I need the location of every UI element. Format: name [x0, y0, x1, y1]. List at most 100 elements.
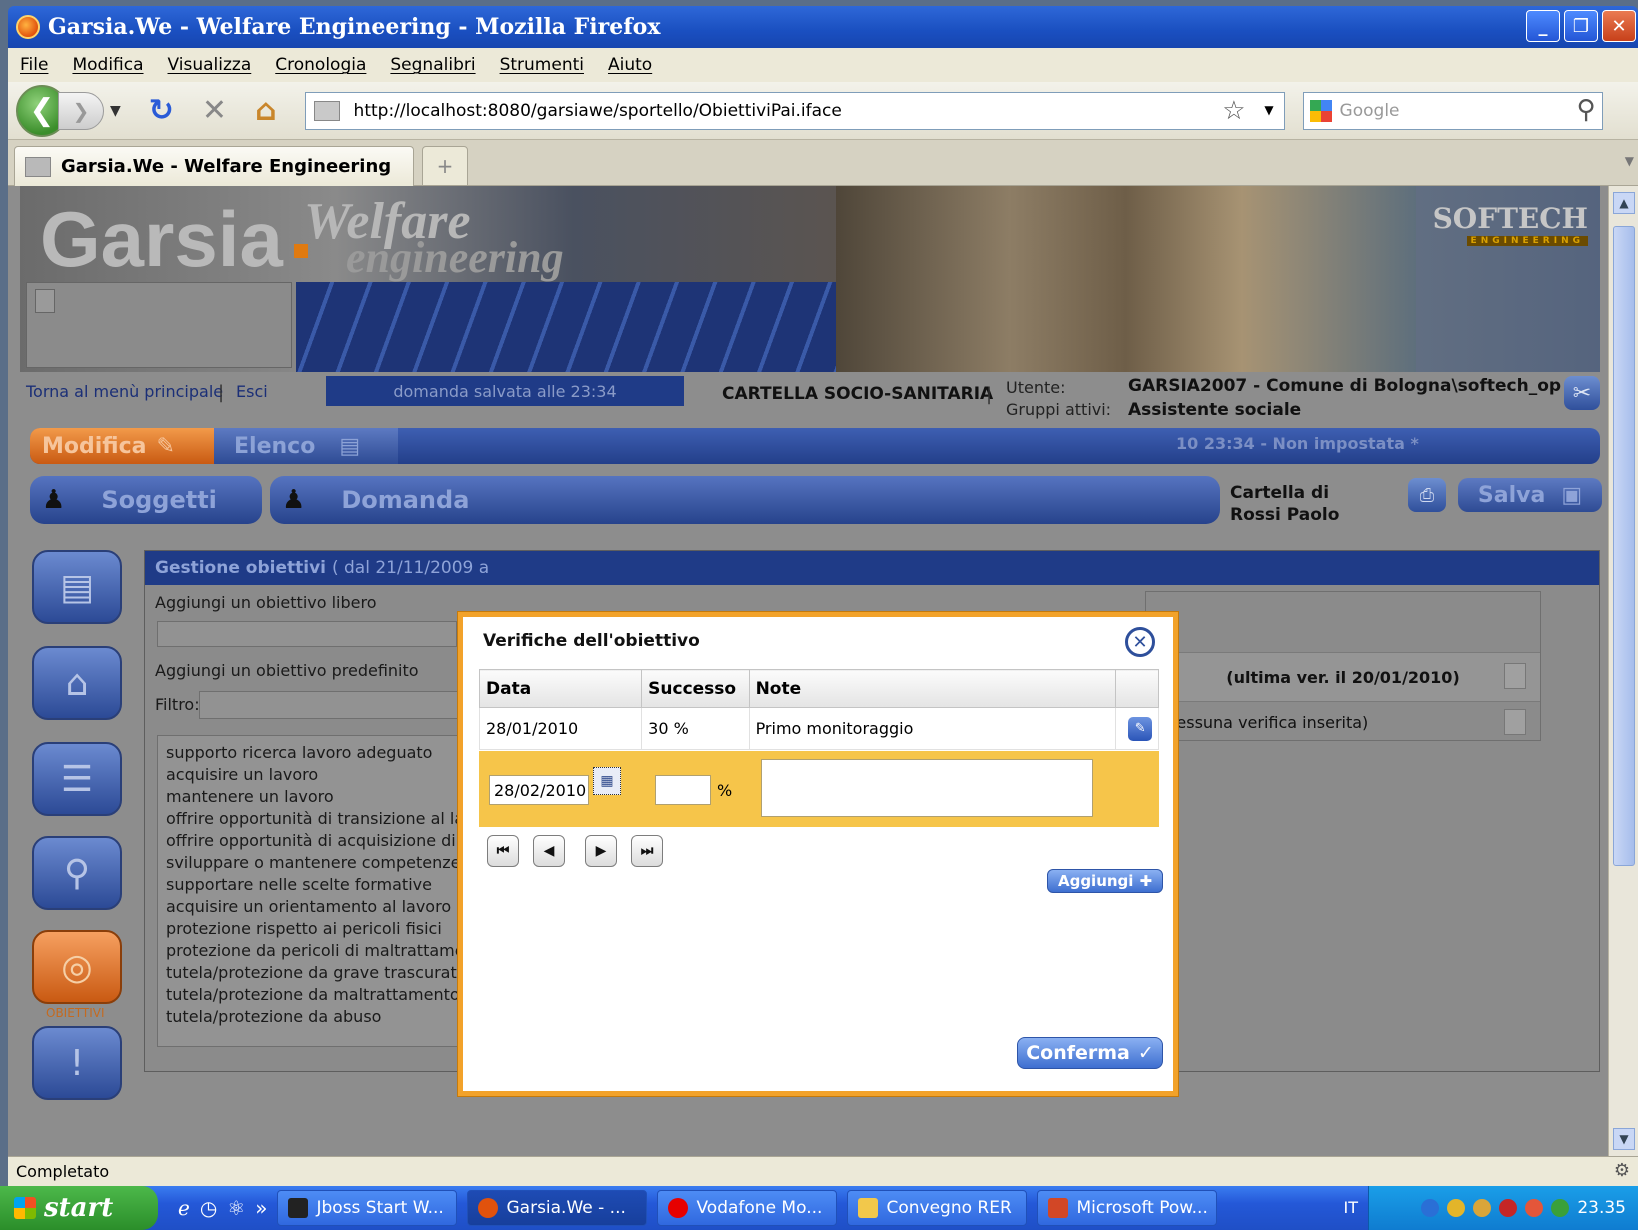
list-item[interactable]: mantenere un lavoro — [166, 786, 488, 808]
last-page-button[interactable]: ⏭ — [631, 835, 663, 867]
task-powerpoint[interactable]: Microsoft Pow... — [1037, 1190, 1218, 1226]
exit-link[interactable]: Esci — [236, 382, 268, 401]
google-logo-icon[interactable] — [1309, 99, 1332, 122]
language-indicator[interactable]: IT — [1344, 1198, 1359, 1217]
back-to-menu-link[interactable]: Torna al menù principale — [26, 382, 223, 401]
menu-modifica[interactable]: Modifica — [72, 55, 143, 75]
calendar-icon[interactable]: ▦ — [593, 767, 621, 795]
task-convegno[interactable]: Convegno RER — [847, 1190, 1028, 1226]
menu-cronologia[interactable]: Cronologia — [275, 55, 366, 75]
list-item[interactable]: acquisire un orientamento al lavoro re — [166, 896, 488, 918]
search-box[interactable]: Google ⚲ — [1302, 91, 1603, 130]
console-icon — [288, 1198, 309, 1218]
new-tab-button[interactable]: + — [422, 146, 468, 186]
list-item[interactable]: offrire opportunità di acquisizione di c — [166, 830, 488, 852]
menu-aiuto[interactable]: Aiuto — [608, 55, 652, 75]
url-dropdown-icon[interactable]: ▼ — [1264, 103, 1273, 117]
sidebar-search-person-icon[interactable]: ⚲ — [32, 836, 122, 910]
list-item[interactable]: supporto ricerca lavoro adeguato — [166, 742, 488, 764]
tab-garsia[interactable]: Garsia.We - Welfare Engineering — [14, 146, 414, 186]
tab-list-icon[interactable]: ▼ — [1625, 154, 1634, 168]
percent-input[interactable] — [655, 775, 711, 805]
task-jboss[interactable]: Jboss Start W... — [277, 1190, 458, 1226]
clock-app-icon[interactable]: ◷ — [200, 1196, 217, 1220]
filter-input[interactable] — [199, 691, 459, 719]
sidebar-alert-icon[interactable]: ! — [32, 1026, 122, 1100]
scroll-up-icon[interactable]: ▲ — [1613, 192, 1635, 214]
vodafone-icon — [668, 1198, 689, 1218]
history-dropdown-icon[interactable]: ▼ — [110, 103, 121, 119]
maximize-button[interactable]: ❐ — [1564, 10, 1598, 42]
scroll-down-icon[interactable]: ▼ — [1613, 1128, 1635, 1150]
vertical-scrollbar[interactable]: ▲ ▼ — [1608, 186, 1638, 1156]
reload-icon[interactable]: ↻ — [149, 93, 174, 128]
groups-value: Assistente sociale — [1128, 400, 1302, 420]
soggetti-tab[interactable]: ♟ Soggetti — [30, 476, 262, 524]
confirm-button[interactable]: Conferma ✓ — [1017, 1037, 1163, 1069]
task-vodafone[interactable]: Vodafone Mo... — [657, 1190, 838, 1226]
start-button[interactable]: start — [0, 1186, 158, 1230]
sidebar-objectives-icon[interactable]: ◎ — [32, 930, 122, 1004]
home-icon[interactable]: ⌂ — [255, 93, 276, 128]
elenco-button[interactable]: Elenco ▤ — [214, 428, 398, 464]
menu-segnalibri[interactable]: Segnalibri — [390, 55, 475, 75]
tray-shield-icon[interactable] — [1499, 1199, 1518, 1217]
sidebar-documents-icon[interactable]: ▤ — [32, 550, 122, 624]
url-bar[interactable]: http://localhost:8080/garsiawe/sportello… — [304, 91, 1285, 130]
stop-icon[interactable]: ✕ — [202, 93, 227, 128]
note-input[interactable] — [761, 759, 1093, 817]
floppy-icon: ▣ — [1561, 482, 1583, 508]
first-page-button[interactable]: ⏮ — [487, 835, 519, 867]
col-data: Data — [478, 669, 643, 708]
task-garsia[interactable]: Garsia.We - ... — [467, 1190, 648, 1226]
free-objective-label: Aggiungi un obiettivo libero — [155, 593, 377, 612]
ie-icon[interactable]: ℯ — [178, 1196, 190, 1220]
list-item[interactable]: protezione da pericoli di maltrattamento… — [166, 940, 496, 962]
date-input[interactable] — [489, 775, 589, 805]
version-doc-icon[interactable] — [1504, 663, 1526, 689]
list-item[interactable]: protezione rispetto ai pericoli fisici — [166, 918, 488, 940]
sidebar-list-person-icon[interactable]: ☰ — [32, 742, 122, 816]
tools-icon[interactable]: ✂ — [1564, 376, 1600, 410]
tray-network-icon[interactable] — [1551, 1199, 1570, 1217]
next-page-button[interactable]: ▶ — [585, 835, 617, 867]
search-icon[interactable]: ⚲ — [1577, 95, 1596, 125]
url-text[interactable]: http://localhost:8080/garsiawe/sportello… — [354, 101, 842, 121]
list-item[interactable]: tutela/protezione da abuso — [166, 1006, 488, 1028]
list-item[interactable]: offrire opportunità di transizione al la… — [166, 808, 488, 830]
free-objective-input[interactable] — [157, 621, 457, 647]
verification-doc-icon[interactable] — [1504, 709, 1526, 735]
list-item[interactable]: tutela/protezione da maltrattamento cont… — [166, 984, 496, 1006]
tray-star-icon[interactable] — [1473, 1199, 1492, 1217]
tab-bar: Garsia.We - Welfare Engineering + ▼ — [8, 140, 1638, 186]
prev-page-button[interactable]: ◀ — [533, 835, 565, 867]
close-dialog-icon[interactable]: ✕ — [1125, 627, 1155, 657]
scroll-thumb[interactable] — [1613, 226, 1635, 866]
list-item[interactable]: tutela/protezione da grave trascuratezza — [166, 962, 493, 984]
sidebar-home-family-icon[interactable]: ⌂ — [32, 646, 122, 720]
forward-button[interactable]: ❯ — [58, 91, 104, 130]
objectives-list[interactable]: supporto ricerca lavoro adeguato acquisi… — [157, 735, 497, 1047]
menu-visualizza[interactable]: Visualizza — [168, 55, 252, 75]
domanda-tab[interactable]: ♟ Domanda — [270, 476, 1220, 524]
tray-arrow-icon[interactable] — [1421, 1199, 1440, 1217]
status-gear-icon[interactable]: ⚙ — [1614, 1160, 1630, 1181]
tray-messenger-icon[interactable] — [1525, 1199, 1544, 1217]
no-verification-text: (nessuna verifica inserita) — [1160, 712, 1369, 732]
print-icon[interactable]: ⎙ — [1408, 478, 1446, 512]
modifica-button[interactable]: Modifica ✎ — [30, 428, 214, 464]
list-item[interactable]: acquisire un lavoro — [166, 764, 488, 786]
menu-strumenti[interactable]: Strumenti — [500, 55, 584, 75]
tray-app-icon[interactable] — [1447, 1199, 1466, 1217]
add-button[interactable]: Aggiungi ✚ — [1047, 869, 1163, 893]
list-item[interactable]: supportare nelle scelte formative — [166, 874, 488, 896]
bookmark-star-icon[interactable]: ☆ — [1222, 96, 1245, 126]
salva-button[interactable]: Salva ▣ — [1458, 478, 1602, 512]
minimize-button[interactable]: _ — [1526, 10, 1560, 42]
more-icon[interactable]: » — [255, 1196, 267, 1220]
browser-icon[interactable]: ⚛ — [227, 1196, 245, 1220]
menu-file[interactable]: File — [20, 55, 48, 75]
close-window-button[interactable]: ✕ — [1602, 10, 1636, 42]
edit-row-icon[interactable]: ✎ — [1128, 716, 1153, 741]
list-item[interactable]: sviluppare o mantenere competenze — [166, 852, 488, 874]
